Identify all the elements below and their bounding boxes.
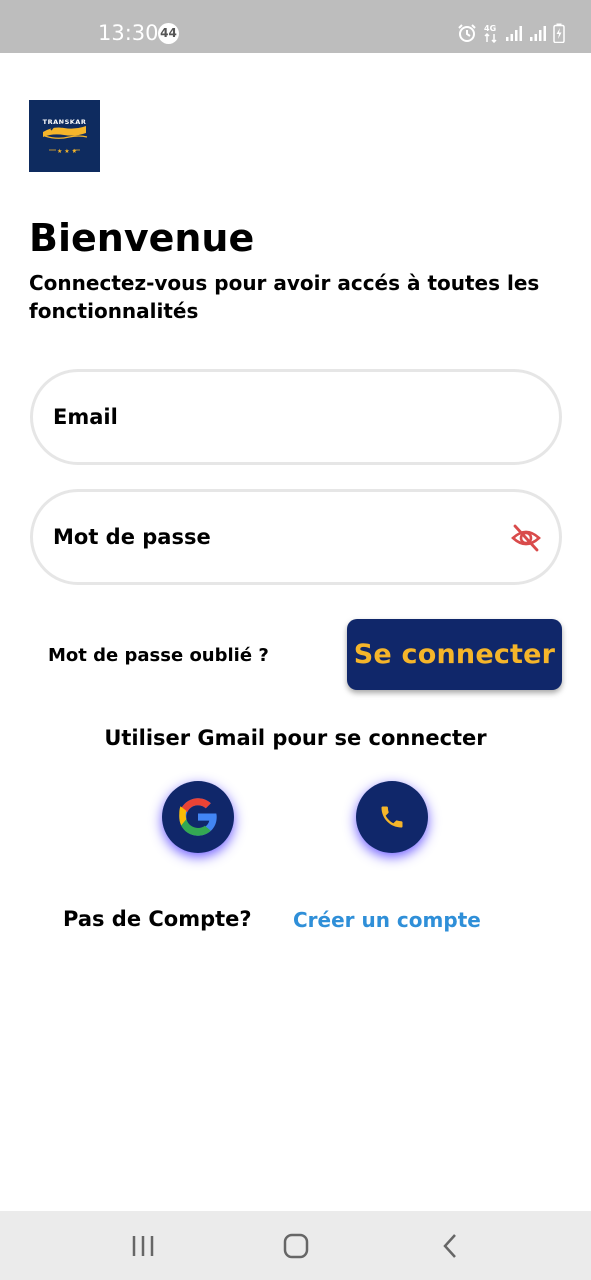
logo-emblem-icon: ★ ★ ★	[43, 123, 88, 155]
password-field-container	[30, 489, 562, 585]
eye-off-icon[interactable]	[510, 522, 542, 554]
signal-icon-2	[530, 26, 546, 41]
svg-text:★ ★ ★: ★ ★ ★	[57, 148, 77, 155]
system-nav-bar	[0, 1211, 591, 1280]
signal-icon-1	[506, 26, 522, 41]
battery-charging-icon	[553, 23, 565, 43]
back-icon[interactable]	[436, 1231, 466, 1261]
svg-text:4G: 4G	[484, 24, 496, 33]
home-icon[interactable]	[281, 1231, 311, 1261]
phone-login-button[interactable]	[356, 781, 428, 853]
alarm-icon	[458, 24, 476, 42]
network-4g-icon: 4G	[484, 24, 497, 43]
status-icons: 4G	[457, 22, 565, 44]
phone-icon	[381, 806, 403, 828]
page-subtitle: Connectez-vous pour avoir accés à toutes…	[29, 271, 540, 323]
app-logo: TRANSKAR ★ ★ ★	[29, 100, 100, 172]
status-time: 13:30	[98, 21, 159, 45]
page-title: Bienvenue	[29, 216, 255, 260]
email-field-container	[30, 369, 562, 465]
login-button[interactable]: Se connecter	[347, 619, 562, 690]
forgot-password-link[interactable]: Mot de passe oublié ?	[48, 645, 269, 666]
create-account-link[interactable]: Créer un compte	[293, 908, 481, 932]
no-account-label: Pas de Compte?	[63, 907, 252, 931]
status-bar: 13:30 44 4G	[0, 0, 591, 53]
google-login-button[interactable]	[162, 781, 234, 853]
password-field[interactable]	[53, 492, 483, 582]
google-icon	[179, 798, 218, 836]
email-field[interactable]	[53, 372, 483, 462]
recent-apps-icon[interactable]	[128, 1231, 158, 1261]
notification-badge: 44	[158, 23, 179, 44]
alt-login-label: Utiliser Gmail pour se connecter	[104, 726, 487, 750]
